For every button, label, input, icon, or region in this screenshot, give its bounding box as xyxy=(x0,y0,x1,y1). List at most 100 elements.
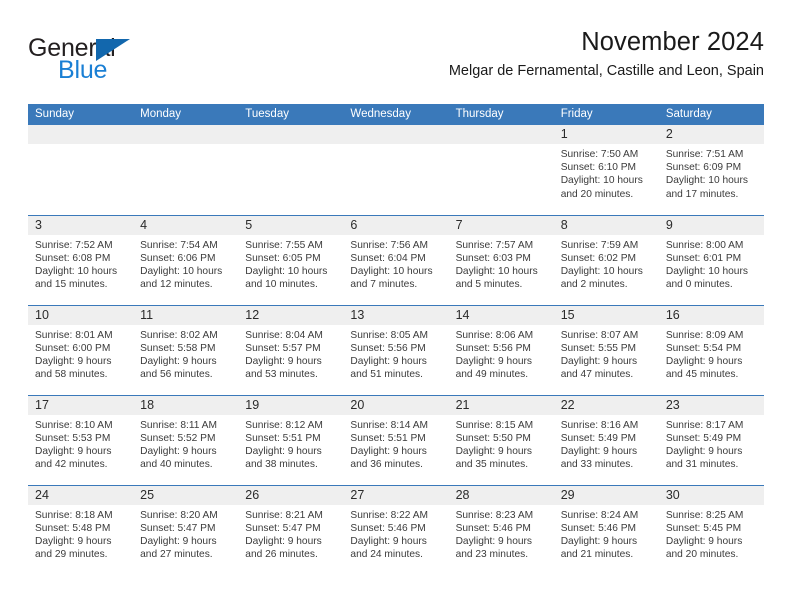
calendar-day-cell[interactable]: 27 Sunrise: 8:22 AM Sunset: 5:46 PM Dayligh… xyxy=(343,484,449,575)
calendar-day-cell[interactable]: 18 Sunrise: 8:11 AM Sunset: 5:52 PM Dayligh… xyxy=(133,394,239,485)
sunrise-text: Sunrise: 7:57 AM xyxy=(455,239,534,251)
sunset-text: Sunset: 5:50 PM xyxy=(455,432,531,444)
calendar-day-cell[interactable]: 17 Sunrise: 8:10 AM Sunset: 5:53 PM Dayligh… xyxy=(28,394,134,485)
calendar-day-cell[interactable]: 20 Sunrise: 8:14 AM Sunset: 5:51 PM Dayligh… xyxy=(343,394,449,485)
sunset-text: Sunset: 6:05 PM xyxy=(245,252,321,264)
day-cell-inner: 28 Sunrise: 8:23 AM Sunset: 5:46 PM Dayligh… xyxy=(448,485,554,576)
daylight-text-line2: and 26 minutes. xyxy=(245,549,318,561)
day-number xyxy=(343,125,449,144)
day-cell-inner: 16 Sunrise: 8:09 AM Sunset: 5:54 PM Dayligh… xyxy=(658,305,764,395)
day-number: 22 xyxy=(553,395,659,415)
day-details: Sunrise: 8:14 AM Sunset: 5:51 PM Daylight:… xyxy=(343,415,448,472)
sunset-text: Sunset: 6:00 PM xyxy=(35,342,111,354)
calendar-day-cell[interactable]: 22 Sunrise: 8:16 AM Sunset: 5:49 PM Dayligh… xyxy=(553,394,659,485)
calendar-day-cell[interactable]: 7 Sunrise: 7:57 AM Sunset: 6:03 PM Daylight… xyxy=(448,214,554,305)
day-cell-inner: 26 Sunrise: 8:21 AM Sunset: 5:47 PM Dayligh… xyxy=(238,485,344,576)
daylight-text-line1: Daylight: 9 hours xyxy=(245,535,322,547)
daylight-text-line1: Daylight: 10 hours xyxy=(35,265,118,277)
sunrise-text: Sunrise: 7:52 AM xyxy=(35,239,113,251)
daylight-text-line2: and 12 minutes. xyxy=(140,279,213,291)
sunrise-text: Sunrise: 7:50 AM xyxy=(560,149,639,160)
day-details: Sunrise: 8:23 AM Sunset: 5:46 PM Daylight:… xyxy=(449,505,554,562)
calendar-day-cell[interactable]: 11 Sunrise: 8:02 AM Sunset: 5:58 PM Dayligh… xyxy=(133,304,239,395)
sunset-text: Sunset: 5:53 PM xyxy=(35,432,111,444)
calendar-day-cell[interactable]: 30 Sunrise: 8:25 AM Sunset: 5:45 PM Dayligh… xyxy=(658,484,764,575)
daylight-text-line1: Daylight: 9 hours xyxy=(665,535,743,547)
day-number: 11 xyxy=(133,305,239,325)
day-number xyxy=(28,125,134,144)
day-cell-inner: 11 Sunrise: 8:02 AM Sunset: 5:58 PM Dayligh… xyxy=(133,305,239,395)
daylight-text-line1: Daylight: 9 hours xyxy=(140,445,217,457)
calendar-day-cell[interactable]: 3 Sunrise: 7:52 AM Sunset: 6:08 PM Daylight… xyxy=(28,214,134,305)
sunset-text: Sunset: 6:08 PM xyxy=(35,252,111,264)
calendar-week-row: 3 Sunrise: 7:52 AM Sunset: 6:08 PM Daylight… xyxy=(28,214,764,305)
daylight-text-line2: and 15 minutes. xyxy=(35,279,108,291)
calendar-day-cell[interactable]: 12 Sunrise: 8:04 AM Sunset: 5:57 PM Dayligh… xyxy=(238,304,344,395)
day-cell-inner: 17 Sunrise: 8:10 AM Sunset: 5:53 PM Dayligh… xyxy=(28,395,134,485)
day-details: Sunrise: 8:15 AM Sunset: 5:50 PM Daylight:… xyxy=(449,415,554,472)
daylight-text-line2: and 35 minutes. xyxy=(455,459,529,471)
day-number: 18 xyxy=(133,395,239,415)
calendar-day-cell[interactable]: 10 Sunrise: 8:01 AM Sunset: 6:00 PM Dayligh… xyxy=(28,304,134,395)
calendar-day-cell[interactable]: 14 Sunrise: 8:06 AM Sunset: 5:56 PM Dayligh… xyxy=(448,304,554,395)
daylight-text-line2: and 36 minutes. xyxy=(350,459,423,471)
triangle-icon xyxy=(96,39,130,61)
sunset-text: Sunset: 5:52 PM xyxy=(140,432,216,444)
sunrise-text: Sunrise: 8:16 AM xyxy=(560,419,639,431)
weekday-header-tuesday: Tuesday xyxy=(238,104,344,125)
calendar-day-cell[interactable]: 1 Sunrise: 7:50 AM Sunset: 6:10 PM Daylight… xyxy=(553,125,659,215)
day-number: 17 xyxy=(28,395,134,415)
sunrise-text: Sunrise: 8:06 AM xyxy=(455,329,534,341)
calendar-day-cell[interactable]: 9 Sunrise: 8:00 AM Sunset: 6:01 PM Daylight… xyxy=(658,214,764,305)
day-number: 10 xyxy=(28,305,134,325)
daylight-text-line1: Daylight: 9 hours xyxy=(560,355,638,367)
calendar-day-cell[interactable]: 24 Sunrise: 8:18 AM Sunset: 5:48 PM Dayligh… xyxy=(28,484,134,575)
sunrise-text: Sunrise: 7:54 AM xyxy=(140,239,218,251)
day-details: Sunrise: 7:57 AM Sunset: 6:03 PM Daylight:… xyxy=(449,235,554,292)
calendar-day-cell[interactable]: 28 Sunrise: 8:23 AM Sunset: 5:46 PM Dayligh… xyxy=(448,484,554,576)
calendar-day-cell-empty xyxy=(133,125,239,215)
sunset-text: Sunset: 5:45 PM xyxy=(665,522,742,534)
day-cell-inner: 21 Sunrise: 8:15 AM Sunset: 5:50 PM Dayligh… xyxy=(448,395,554,485)
daylight-text-line1: Daylight: 9 hours xyxy=(665,355,743,367)
calendar-day-cell[interactable]: 16 Sunrise: 8:09 AM Sunset: 5:54 PM Dayligh… xyxy=(658,304,764,395)
calendar-day-cell[interactable]: 19 Sunrise: 8:12 AM Sunset: 5:51 PM Dayligh… xyxy=(238,394,344,485)
daylight-text-line2: and 23 minutes. xyxy=(455,549,529,561)
sunset-text: Sunset: 5:51 PM xyxy=(245,432,321,444)
calendar-day-cell[interactable]: 8 Sunrise: 7:59 AM Sunset: 6:02 PM Daylight… xyxy=(553,214,659,305)
calendar-day-cell[interactable]: 13 Sunrise: 8:05 AM Sunset: 5:56 PM Dayligh… xyxy=(343,304,449,395)
daylight-text-line1: Daylight: 9 hours xyxy=(35,445,112,457)
sunrise-text: Sunrise: 8:24 AM xyxy=(560,509,639,521)
calendar-day-cell[interactable]: 23 Sunrise: 8:17 AM Sunset: 5:49 PM Dayligh… xyxy=(658,394,764,485)
day-cell-inner xyxy=(133,125,239,215)
calendar-day-cell[interactable]: 5 Sunrise: 7:55 AM Sunset: 6:05 PM Daylight… xyxy=(238,214,344,305)
day-cell-inner: 2 Sunrise: 7:51 AM Sunset: 6:09 PM Daylight… xyxy=(658,125,764,215)
daylight-text-line1: Daylight: 10 hours xyxy=(245,265,328,277)
day-cell-inner xyxy=(238,125,344,215)
day-details: Sunrise: 8:12 AM Sunset: 5:51 PM Daylight:… xyxy=(238,415,343,472)
daylight-text-line2: and 0 minutes. xyxy=(665,279,733,291)
day-number: 24 xyxy=(28,485,134,505)
daylight-text-line2: and 49 minutes. xyxy=(455,369,529,381)
calendar-day-cell[interactable]: 15 Sunrise: 8:07 AM Sunset: 5:55 PM Dayligh… xyxy=(553,304,659,395)
day-details: Sunrise: 8:20 AM Sunset: 5:47 PM Daylight:… xyxy=(133,505,238,562)
calendar-day-cell[interactable]: 21 Sunrise: 8:15 AM Sunset: 5:50 PM Dayligh… xyxy=(448,394,554,485)
day-number: 2 xyxy=(658,125,764,144)
calendar-day-cell[interactable]: 2 Sunrise: 7:51 AM Sunset: 6:09 PM Daylight… xyxy=(658,125,764,215)
day-number: 19 xyxy=(238,395,344,415)
calendar-day-cell[interactable]: 25 Sunrise: 8:20 AM Sunset: 5:47 PM Dayligh… xyxy=(133,484,239,575)
calendar-body: 1 Sunrise: 7:50 AM Sunset: 6:10 PM Daylight… xyxy=(28,125,764,575)
sunrise-text: Sunrise: 7:56 AM xyxy=(350,239,429,251)
weekday-header-saturday: Saturday xyxy=(658,104,764,125)
sunset-text: Sunset: 5:56 PM xyxy=(455,342,531,354)
calendar-day-cell[interactable]: 4 Sunrise: 7:54 AM Sunset: 6:06 PM Daylight… xyxy=(133,214,239,305)
calendar-week-row: 17 Sunrise: 8:10 AM Sunset: 5:53 PM Dayligh… xyxy=(28,394,764,485)
calendar-day-cell[interactable]: 6 Sunrise: 7:56 AM Sunset: 6:04 PM Daylight… xyxy=(343,214,449,305)
daylight-text-line1: Daylight: 9 hours xyxy=(455,445,533,457)
calendar-day-cell[interactable]: 26 Sunrise: 8:21 AM Sunset: 5:47 PM Dayligh… xyxy=(238,484,344,576)
calendar-day-cell[interactable]: 29 Sunrise: 8:24 AM Sunset: 5:46 PM Dayligh… xyxy=(553,484,659,575)
daylight-text-line1: Daylight: 9 hours xyxy=(35,355,112,367)
weekday-header-sunday: Sunday xyxy=(28,104,134,125)
sunset-text: Sunset: 5:55 PM xyxy=(560,342,637,354)
general-blue-logo[interactable]: General Blue xyxy=(28,36,218,92)
